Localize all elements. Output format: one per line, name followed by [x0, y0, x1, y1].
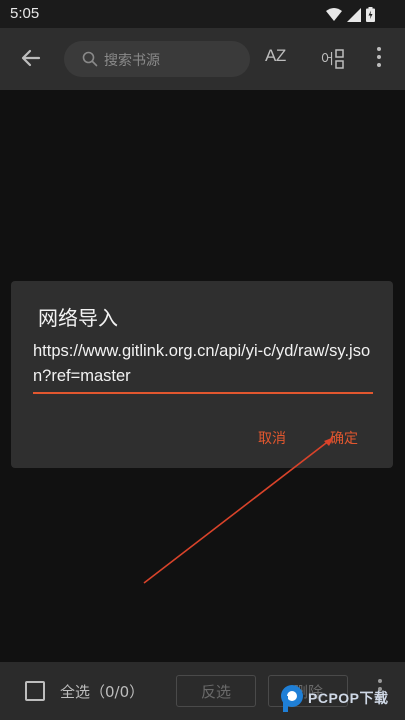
group-icon[interactable]: 어 — [321, 47, 345, 71]
status-bar: 5:05 — [0, 0, 405, 28]
dialog-title: 网络导入 — [38, 306, 118, 330]
watermark-text: PCPOP下载 — [308, 690, 389, 706]
battery-icon — [366, 7, 375, 22]
ok-button[interactable]: 确定 — [330, 428, 358, 448]
sort-az-button[interactable]: AZ — [265, 46, 286, 66]
svg-text:어: 어 — [321, 52, 334, 68]
more-vertical-icon[interactable] — [374, 47, 384, 71]
watermark-logo-icon — [281, 685, 303, 712]
select-all-label: 全选（0/0） — [60, 683, 145, 701]
search-icon — [82, 51, 98, 67]
app-bar: 搜索书源 AZ 어 — [0, 28, 405, 90]
url-input-underline — [33, 392, 373, 394]
cancel-button[interactable]: 取消 — [258, 428, 286, 448]
url-input[interactable]: https://www.gitlink.org.cn/api/yi-c/yd/r… — [33, 339, 373, 389]
status-time: 5:05 — [10, 5, 40, 22]
search-placeholder: 搜索书源 — [104, 53, 160, 69]
search-input[interactable]: 搜索书源 — [64, 41, 250, 77]
select-all-checkbox[interactable] — [25, 681, 45, 701]
watermark: PCPOP下载 — [280, 682, 405, 718]
wifi-icon — [326, 8, 342, 21]
signal-icon — [347, 7, 361, 22]
status-icons — [326, 7, 375, 22]
invert-selection-button[interactable]: 反选 — [176, 675, 256, 707]
arrow-left-icon[interactable] — [18, 45, 44, 71]
network-import-dialog: 网络导入 https://www.gitlink.org.cn/api/yi-c… — [11, 281, 393, 468]
